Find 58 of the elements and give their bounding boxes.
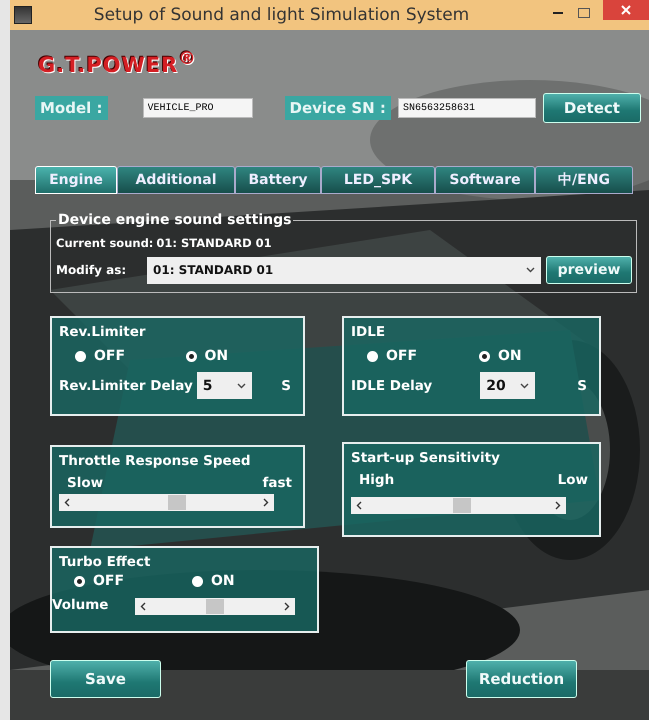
brand-logo: G.T.POWER$^{®}$ — [38, 49, 197, 77]
group-title: Device engine sound settings — [57, 212, 292, 228]
chevron-down-icon — [236, 382, 246, 388]
chevron-down-icon — [526, 267, 535, 273]
panel-title: IDLE — [351, 324, 386, 340]
radio-option[interactable]: ON — [192, 573, 310, 589]
high-label: High — [359, 472, 394, 488]
chevron-left-icon[interactable] — [356, 501, 362, 510]
tab[interactable]: Software — [435, 166, 535, 194]
slider-thumb[interactable] — [168, 495, 186, 510]
slider-thumb[interactable] — [452, 498, 471, 513]
save-button[interactable]: Save — [50, 660, 161, 698]
panel-title: Start-up Sensitivity — [351, 450, 500, 466]
model-label: Model : — [35, 96, 108, 120]
chevron-down-icon — [520, 382, 530, 388]
sound-dropdown[interactable]: 01: STANDARD 01 — [147, 256, 541, 284]
tab[interactable]: Battery — [235, 166, 321, 194]
chevron-left-icon[interactable] — [140, 602, 146, 611]
panel-title: Rev.Limiter — [59, 324, 146, 340]
slow-label: Slow — [67, 475, 104, 491]
radio-option[interactable]: OFF — [75, 348, 186, 364]
delay-label: IDLE Delay — [351, 378, 432, 394]
detect-button[interactable]: Detect — [542, 93, 641, 123]
slider-thumb[interactable] — [206, 599, 224, 614]
low-label: Low — [558, 472, 588, 488]
delay-dropdown[interactable]: 5 — [196, 372, 252, 399]
delay-dropdown[interactable]: 20 — [480, 372, 536, 399]
panel-title: Turbo Effect — [59, 554, 150, 570]
model-field[interactable]: VEHICLE_PRO — [142, 98, 253, 118]
panel-title: Throttle Response Speed — [59, 453, 251, 469]
app-icon — [14, 6, 32, 24]
radio-option[interactable]: ON — [479, 348, 591, 364]
modify-as-label: Modify as: — [56, 263, 128, 277]
chevron-right-icon[interactable] — [555, 501, 561, 510]
device-sn-field[interactable]: SN6563258631 — [398, 98, 536, 118]
volume-label: Volume — [52, 597, 108, 613]
reduction-button[interactable]: Reduction — [466, 660, 577, 698]
tab[interactable]: Additional — [117, 166, 235, 194]
chevron-left-icon[interactable] — [64, 498, 70, 507]
close-button[interactable] — [603, 0, 649, 20]
delay-label: Rev.Limiter Delay — [59, 378, 193, 394]
tab[interactable]: LED_SPK — [321, 166, 435, 194]
device-sn-label: Device SN : — [284, 96, 391, 120]
unit-label: S — [577, 378, 587, 394]
close-icon — [621, 5, 631, 15]
chevron-right-icon[interactable] — [263, 498, 269, 507]
maximize-icon[interactable] — [577, 6, 591, 20]
tab[interactable]: 中/ENG — [535, 166, 633, 194]
fast-label: fast — [262, 475, 292, 491]
unit-label: S — [281, 378, 291, 394]
radio-option[interactable]: ON — [186, 348, 296, 364]
radio-option[interactable]: OFF — [74, 573, 192, 589]
window-title: Setup of Sound and light Simulation System — [92, 5, 470, 25]
radio-option[interactable]: OFF — [367, 348, 479, 364]
current-sound-value: 01: STANDARD 01 — [156, 236, 272, 250]
chevron-right-icon[interactable] — [284, 602, 290, 611]
preview-button[interactable]: preview — [546, 256, 632, 284]
current-sound-label: Current sound: — [56, 236, 154, 250]
